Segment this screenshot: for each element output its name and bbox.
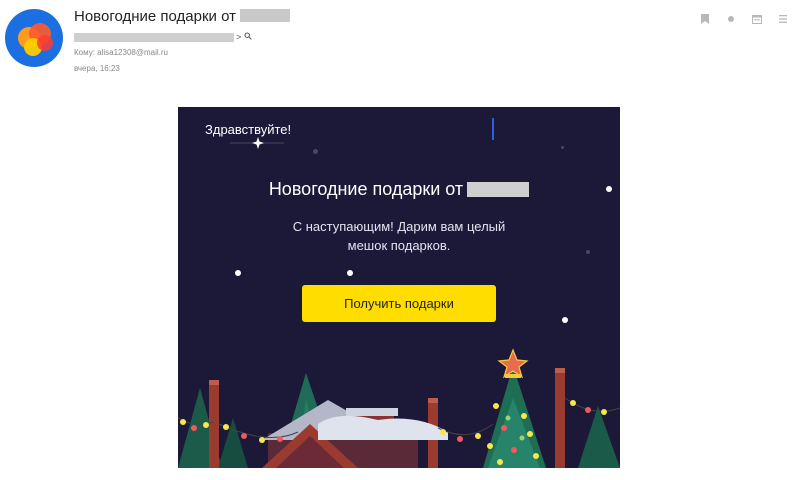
star: [561, 146, 564, 149]
redacted-sender-address: [74, 32, 234, 42]
email-actions: [700, 14, 788, 24]
decorative-line: [492, 118, 494, 140]
email-lead-text: С наступающим! Дарим вам целый мешок под…: [292, 219, 506, 253]
email-subject: Новогодние подарки от: [74, 8, 290, 25]
sender-row[interactable]: >: [74, 32, 253, 42]
search-icon[interactable]: [244, 32, 253, 42]
sender-chevron-icon[interactable]: >: [236, 32, 241, 42]
redacted-sender-name: [239, 9, 290, 22]
star: [235, 270, 241, 276]
menu-icon[interactable]: [778, 14, 788, 24]
email-subject-text: Новогодние подарки от: [74, 8, 236, 25]
star: [562, 317, 568, 323]
email-title: Новогодние подарки от: [178, 179, 620, 200]
email-title-text: Новогодние подарки от: [268, 179, 464, 199]
bookmark-icon[interactable]: [700, 14, 710, 24]
sender-avatar[interactable]: [5, 9, 63, 67]
email-date: вчера, 16:23: [74, 64, 120, 73]
dot-icon[interactable]: [726, 14, 736, 24]
email-body: Здравствуйте! Новогодние подарки от С на…: [178, 107, 620, 468]
redacted-company-name: [467, 182, 530, 197]
get-gifts-button[interactable]: Получить подарки: [302, 285, 496, 322]
winter-scene-illustration: [178, 348, 620, 468]
star: [313, 149, 318, 154]
recipient-line: Кому: alisa12308@mail.ru: [74, 48, 168, 57]
sparkle-decoration: [230, 137, 284, 149]
avatar-blob-crimson: [37, 35, 53, 51]
calendar-icon[interactable]: [752, 14, 762, 24]
star: [586, 250, 590, 254]
star: [347, 270, 353, 276]
